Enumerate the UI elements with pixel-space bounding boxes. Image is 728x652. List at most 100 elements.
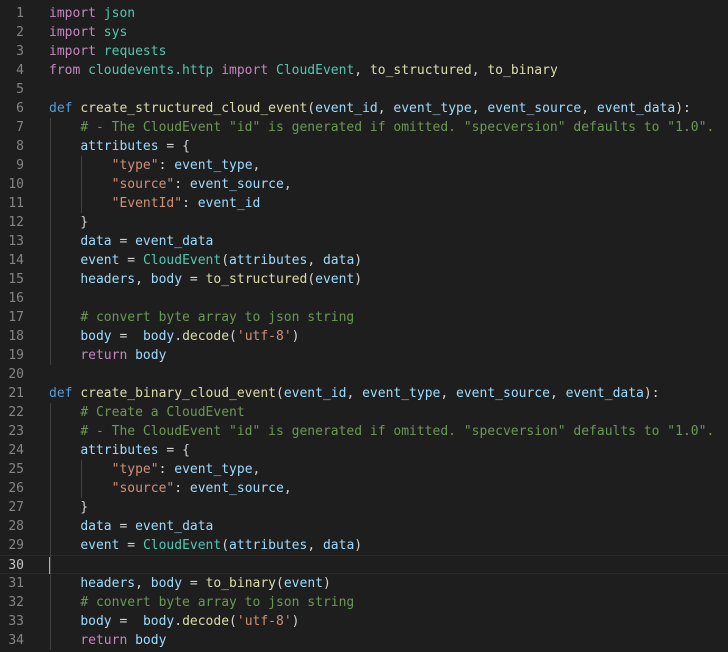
code-token: create_structured_cloud_event (80, 101, 308, 116)
code-token: "source" (111, 177, 175, 192)
code-token: : (182, 196, 198, 211)
code-line[interactable]: 26 "source": event_source, (0, 479, 728, 498)
code-line[interactable]: 10 "source": event_source, (0, 175, 728, 194)
code-token: } (49, 500, 89, 515)
code-token: event_data (596, 101, 676, 116)
code-line[interactable]: 15 headers, body = to_structured(event) (0, 270, 728, 289)
code-line[interactable]: 30 (0, 555, 728, 574)
code-line[interactable]: 2 import sys (0, 23, 728, 42)
indent-guide (81, 156, 83, 213)
code-token: ( (221, 538, 230, 553)
code-token: json (103, 6, 136, 21)
code-line[interactable]: 31 headers, body = to_binary(event) (0, 574, 728, 593)
code-text: attributes = { (49, 441, 190, 460)
code-text: headers, body = to_binary(event) (49, 574, 331, 593)
code-text: "source": event_source, (49, 479, 292, 498)
code-line[interactable]: 18 body = body.decode('utf-8') (0, 327, 728, 346)
line-number: 15 (8, 272, 24, 287)
code-token: # - The CloudEvent "id" is generated if … (80, 120, 715, 135)
code-line[interactable]: 7 # - The CloudEvent "id" is generated i… (0, 118, 728, 137)
code-token: event_id (283, 386, 347, 401)
code-token: event_type (174, 158, 253, 173)
code-line[interactable]: 9 "type": event_type, (0, 156, 728, 175)
code-text: # convert byte array to json string (49, 593, 354, 612)
code-token: event (315, 272, 355, 287)
code-line[interactable]: 14 event = CloudEvent(attributes, data) (0, 251, 728, 270)
code-token: attributes (229, 253, 308, 268)
code-editor[interactable]: 1 import json 2 import sys 3 import requests 4… (0, 0, 728, 652)
code-text: def create_structured_cloud_event(event_… (49, 99, 691, 118)
code-line[interactable]: 5 (0, 80, 728, 99)
line-number: 5 (16, 82, 24, 97)
code-line[interactable]: 4 from cloudevents.http import CloudEvent… (0, 61, 728, 80)
code-line[interactable]: 34 return body (0, 631, 728, 650)
code-token: event_type (174, 462, 253, 477)
code-text: data = event_data (49, 517, 213, 536)
code-line[interactable]: 24 attributes = { (0, 441, 728, 460)
indent-guide (50, 118, 51, 365)
code-token: , (283, 177, 292, 192)
code-line[interactable]: 32 # convert byte array to json string (0, 593, 728, 612)
code-token: = (182, 576, 206, 591)
line-number: 21 (8, 386, 24, 401)
code-token: ( (221, 253, 230, 268)
code-line[interactable]: 28 data = event_data (0, 517, 728, 536)
code-line[interactable]: 33 body = body.decode('utf-8') (0, 612, 728, 631)
code-token: . (174, 329, 183, 344)
code-line[interactable]: 11 "EventId": event_id (0, 194, 728, 213)
code-token: . (174, 614, 183, 629)
line-number: 27 (8, 500, 24, 515)
code-line[interactable]: 1 import json (0, 4, 728, 23)
code-line[interactable]: 23 # - The CloudEvent "id" is generated … (0, 422, 728, 441)
line-number: 3 (16, 44, 24, 59)
code-token: # Create a CloudEvent (80, 405, 245, 420)
code-token: , (354, 63, 370, 78)
code-text: import requests (49, 42, 166, 61)
code-token: 'utf-8' (236, 329, 292, 344)
code-token: = (119, 253, 143, 268)
code-token: body (135, 348, 167, 363)
code-token: event (80, 253, 120, 268)
line-number: 1 (16, 6, 24, 21)
code-line[interactable]: 6 def create_structured_cloud_event(event… (0, 99, 728, 118)
code-token: data (322, 253, 355, 268)
code-line[interactable]: 16 (0, 289, 728, 308)
code-token: } (49, 215, 89, 230)
code-token: CloudEvent (142, 538, 222, 553)
code-token: body (142, 329, 175, 344)
code-line[interactable]: 22 # Create a CloudEvent (0, 403, 728, 422)
code-line[interactable]: 13 data = event_data (0, 232, 728, 251)
code-line[interactable]: 27 } (0, 498, 728, 517)
line-number: 18 (8, 329, 24, 344)
code-token: : (174, 177, 190, 192)
code-line[interactable]: 25 "type": event_type, (0, 460, 728, 479)
code-line[interactable]: 21 def create_binary_cloud_event(event_id… (0, 384, 728, 403)
code-token: CloudEvent (142, 253, 222, 268)
code-line[interactable]: 3 import requests (0, 42, 728, 61)
code-token: , (581, 101, 597, 116)
code-token: "type" (111, 462, 159, 477)
code-token: body (150, 576, 183, 591)
code-token: , (135, 272, 151, 287)
code-line[interactable]: 20 (0, 365, 728, 384)
code-token: event_data (135, 234, 214, 249)
line-number: 22 (8, 405, 24, 420)
code-line[interactable]: 8 attributes = { (0, 137, 728, 156)
code-line[interactable]: 12 } (0, 213, 728, 232)
code-token: event_source (189, 481, 284, 496)
line-number: 7 (16, 120, 24, 135)
code-token: from (49, 63, 81, 78)
code-line[interactable]: 19 return body (0, 346, 728, 365)
code-token: to_structured (369, 63, 472, 78)
code-line[interactable]: 29 event = CloudEvent(attributes, data) (0, 536, 728, 555)
code-token: attributes (229, 538, 308, 553)
code-line[interactable]: 17 # convert byte array to json string (0, 308, 728, 327)
code-token: = (111, 519, 136, 534)
line-number: 16 (8, 291, 24, 306)
code-token: import (221, 63, 269, 78)
